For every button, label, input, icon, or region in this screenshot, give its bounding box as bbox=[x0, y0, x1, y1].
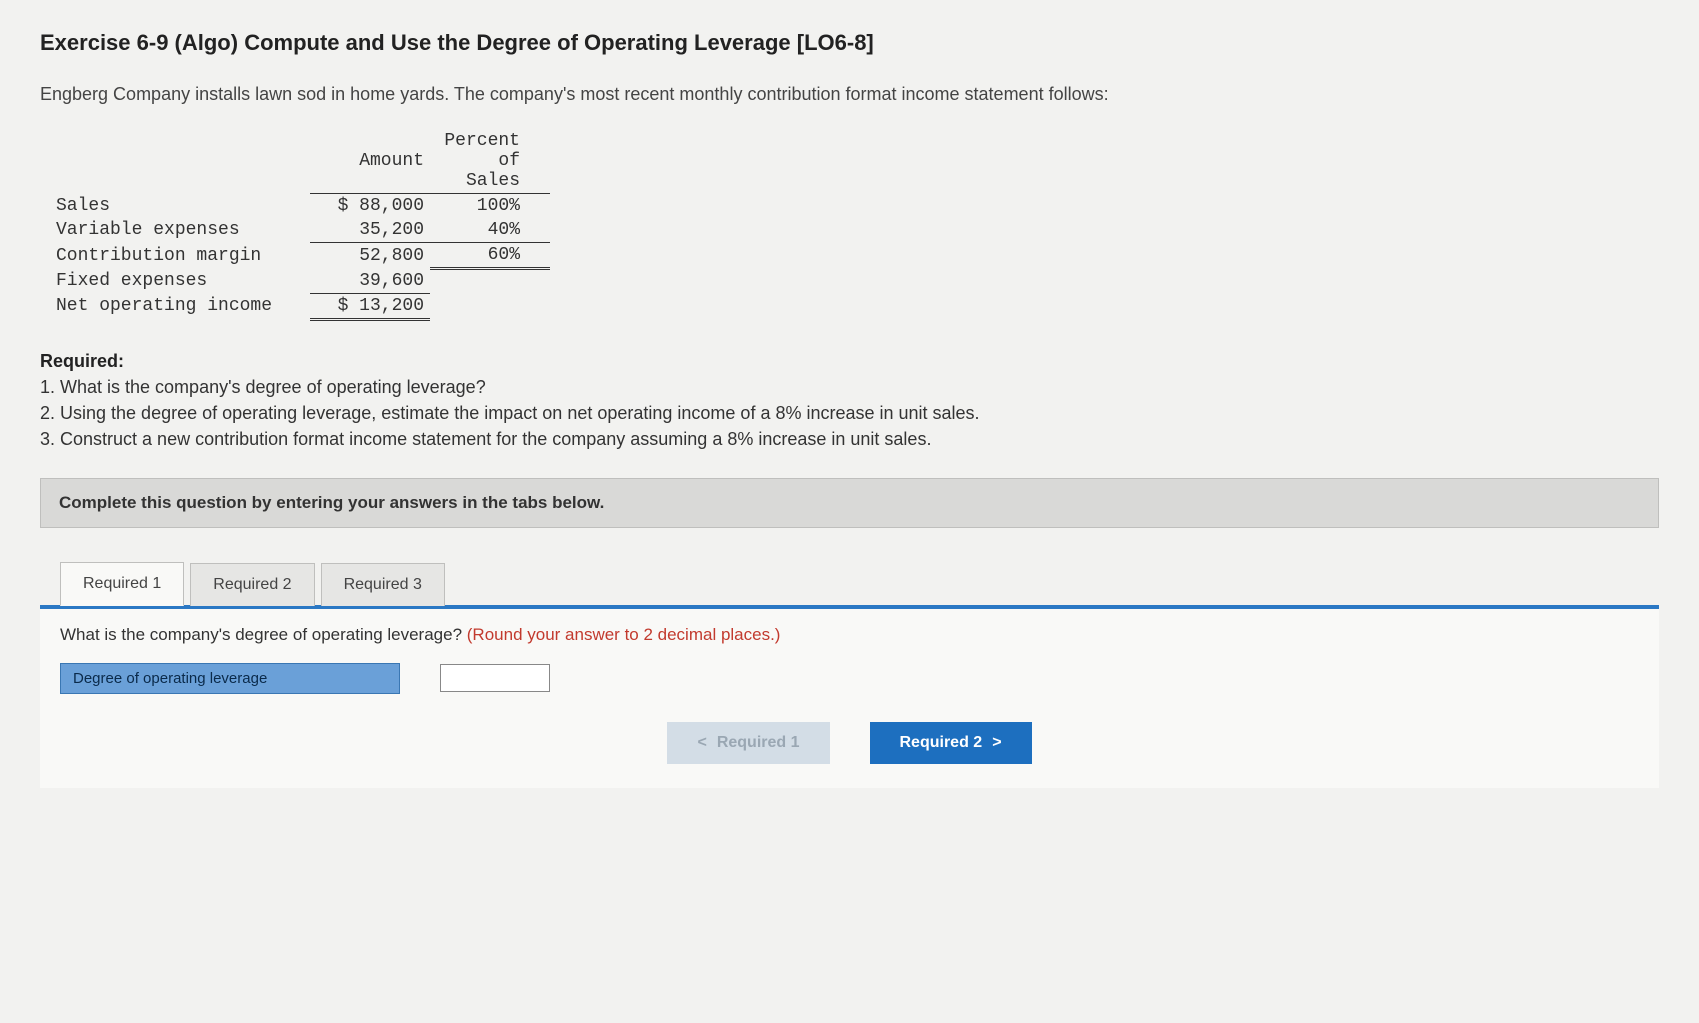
row-percent-sales: 100% bbox=[430, 194, 550, 219]
row-percent-noi bbox=[430, 293, 550, 319]
prev-button-label: Required 1 bbox=[717, 734, 800, 752]
prev-button[interactable]: < Required 1 bbox=[667, 722, 829, 764]
row-amount-fixed: 39,600 bbox=[310, 269, 430, 294]
chevron-left-icon: < bbox=[697, 734, 706, 752]
instruction-bar: Complete this question by entering your … bbox=[40, 478, 1659, 528]
table-row: Contribution margin 52,800 60% bbox=[50, 243, 550, 269]
table-row: Sales $ 88,000 100% bbox=[50, 194, 550, 219]
question-hint: (Round your answer to 2 decimal places.) bbox=[467, 625, 781, 644]
row-label-varexp: Variable expenses bbox=[50, 218, 310, 243]
table-row: Fixed expenses 39,600 bbox=[50, 269, 550, 294]
tab-panel-required-1: What is the company's degree of operatin… bbox=[40, 605, 1659, 788]
col-header-percent: Percent of Sales bbox=[430, 129, 550, 194]
col-header-amount: Amount bbox=[310, 129, 430, 194]
row-label-fixed: Fixed expenses bbox=[50, 269, 310, 294]
row-label-cm: Contribution margin bbox=[50, 243, 310, 269]
exercise-title: Exercise 6-9 (Algo) Compute and Use the … bbox=[40, 30, 1659, 56]
degree-of-operating-leverage-input[interactable] bbox=[440, 664, 550, 692]
intro-text: Engberg Company installs lawn sod in hom… bbox=[40, 84, 1659, 105]
answer-label: Degree of operating leverage bbox=[60, 663, 400, 694]
tab-required-3[interactable]: Required 3 bbox=[321, 563, 445, 606]
income-statement-table: Amount Percent of Sales Sales $ 88,000 1… bbox=[50, 129, 550, 321]
tab-required-1[interactable]: Required 1 bbox=[60, 562, 184, 606]
row-label-noi: Net operating income bbox=[50, 293, 310, 319]
question-main: What is the company's degree of operatin… bbox=[60, 625, 467, 644]
row-percent-cm: 60% bbox=[430, 243, 550, 269]
nav-row: < Required 1 Required 2 > bbox=[60, 722, 1639, 764]
next-button[interactable]: Required 2 > bbox=[870, 722, 1032, 764]
answer-row: Degree of operating leverage bbox=[60, 663, 1639, 694]
tabs-row: Required 1 Required 2 Required 3 bbox=[60, 562, 1659, 606]
row-amount-noi: $ 13,200 bbox=[310, 293, 430, 319]
table-row: Variable expenses 35,200 40% bbox=[50, 218, 550, 243]
row-amount-cm: 52,800 bbox=[310, 243, 430, 269]
table-row: Net operating income $ 13,200 bbox=[50, 293, 550, 319]
chevron-right-icon: > bbox=[992, 734, 1001, 752]
required-line-3: 3. Construct a new contribution format i… bbox=[40, 426, 1659, 452]
required-block: Required: 1. What is the company's degre… bbox=[40, 351, 1659, 452]
tab-required-2[interactable]: Required 2 bbox=[190, 563, 314, 606]
required-line-1: 1. What is the company's degree of opera… bbox=[40, 374, 1659, 400]
question-text: What is the company's degree of operatin… bbox=[60, 625, 1639, 645]
required-line-2: 2. Using the degree of operating leverag… bbox=[40, 400, 1659, 426]
row-percent-fixed bbox=[430, 269, 550, 294]
required-title: Required: bbox=[40, 351, 1659, 372]
row-label-sales: Sales bbox=[50, 194, 310, 219]
row-amount-varexp: 35,200 bbox=[310, 218, 430, 243]
row-percent-varexp: 40% bbox=[430, 218, 550, 243]
row-amount-sales: $ 88,000 bbox=[310, 194, 430, 219]
next-button-label: Required 2 bbox=[900, 734, 983, 752]
